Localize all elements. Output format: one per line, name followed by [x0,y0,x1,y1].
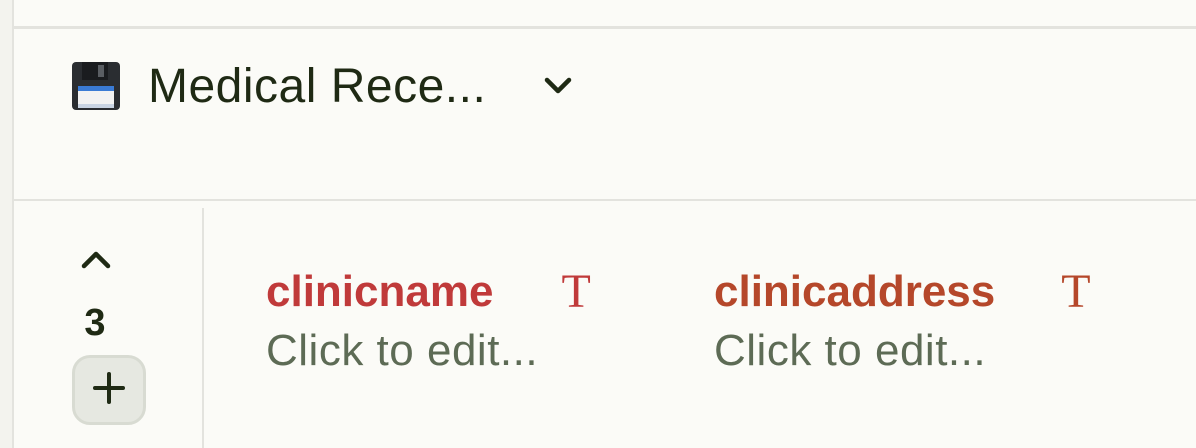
floppy-disk-icon [70,60,122,112]
chevron-down-icon[interactable] [542,70,574,102]
text-type-icon: T [1061,265,1091,318]
top-strip [14,0,1196,29]
field-label: clinicaddress [714,267,996,316]
field-clinicaddress[interactable]: clinicaddress T Click to edit... [714,262,1091,392]
collection-name: Medical Rece... [148,59,487,113]
record-count: 3 [84,302,106,344]
left-rail [0,0,14,448]
field-value[interactable]: Click to edit... [266,326,591,376]
gutter-divider [202,208,204,448]
field-label: clinicname [266,267,494,316]
chevron-up-icon [80,247,112,276]
add-record-button[interactable] [72,355,146,425]
collapse-button[interactable] [76,243,116,279]
plus-icon [92,371,126,410]
text-type-icon: T [561,265,591,318]
field-value[interactable]: Click to edit... [714,326,1091,376]
field-clinicname[interactable]: clinicname T Click to edit... [266,262,591,392]
collection-selector[interactable]: Medical Rece... [70,56,574,116]
